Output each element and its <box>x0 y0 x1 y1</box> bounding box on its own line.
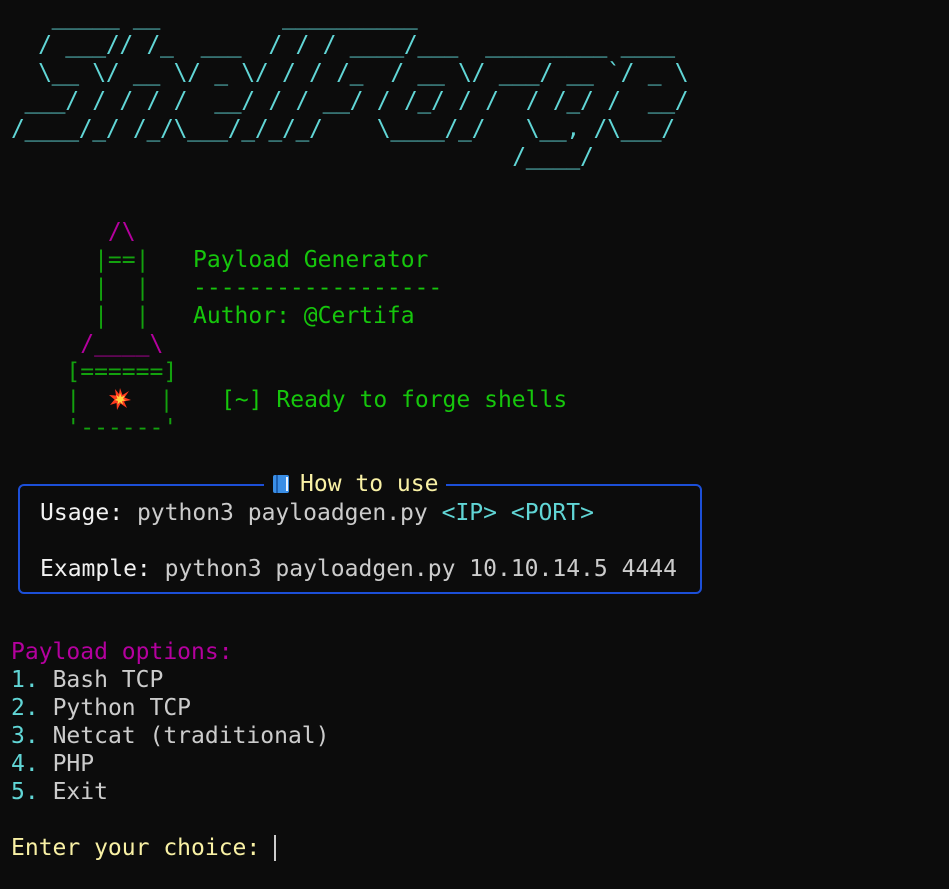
menu-option: 2. Python TCP <box>11 694 191 722</box>
example-line: Example: python3 payloadgen.py 10.10.14.… <box>40 555 677 583</box>
menu-option: 3. Netcat (traditional) <box>11 722 330 750</box>
panel-title: How to use <box>264 470 447 498</box>
rocket-fins: /____\ <box>11 331 164 357</box>
rocket-body-line: | | <box>11 303 150 329</box>
usage-command: python3 payloadgen.py <box>136 500 428 526</box>
terminal-window: _____ __ __________ / ___// /_ ___ / / /… <box>11 0 949 889</box>
rocket-body-line: |==| <box>11 247 150 273</box>
how-to-use-panel: How to use Usage: python3 payloadgen.py … <box>18 470 702 594</box>
title-divider: ------------------ <box>193 275 443 301</box>
menu-option: 5. Exit <box>11 778 108 806</box>
option-label: PHP <box>52 751 95 777</box>
rocket-base-bottom: '------' <box>11 415 178 441</box>
rocket-base-middle: | | <box>11 386 173 414</box>
choice-prompt[interactable]: Enter your choice: <box>11 834 277 862</box>
author-credit: Author: @Certifa <box>193 303 415 329</box>
rocket-base-top: [======] <box>11 359 178 385</box>
usage-label: Usage: <box>40 500 124 526</box>
explosion-icon <box>108 388 131 410</box>
example-command: python3 payloadgen.py 10.10.14.5 4444 <box>164 556 677 582</box>
blue-book-icon <box>273 475 289 493</box>
option-number: 1. <box>11 667 39 693</box>
menu-heading: Payload options: <box>11 639 233 665</box>
option-label: Python TCP <box>52 695 192 721</box>
text-cursor <box>274 835 277 861</box>
option-label: Bash TCP <box>52 667 164 693</box>
option-number: 4. <box>11 751 39 777</box>
shellforge-ascii-banner: _____ __ __________ / ___// /_ ___ / / /… <box>11 4 689 170</box>
example-label: Example: <box>40 556 151 582</box>
rocket-body-line: | | <box>11 275 150 301</box>
rocket-tip: /\ <box>11 219 136 245</box>
menu-option: 1. Bash TCP <box>11 666 163 694</box>
usage-ip-arg: <IP> <box>441 500 497 526</box>
option-number: 5. <box>11 779 39 805</box>
option-number: 2. <box>11 695 39 721</box>
usage-line: Usage: python3 payloadgen.py <IP> <PORT> <box>40 499 594 527</box>
app-title: Payload Generator <box>193 247 429 273</box>
status-message: [~] Ready to forge shells <box>221 387 568 413</box>
rocket-base-left: | <box>11 387 108 413</box>
option-label: Netcat (traditional) <box>52 723 330 749</box>
rocket-ascii-art: /\ |==| | | | | /____\ [======] | | '---… <box>11 218 177 498</box>
rocket-base-right: | <box>131 387 174 413</box>
panel-title-text: How to use <box>300 471 439 497</box>
usage-port-arg: <PORT> <box>510 500 594 526</box>
menu-option: 4. PHP <box>11 750 94 778</box>
prompt-label: Enter your choice: <box>11 835 261 861</box>
option-number: 3. <box>11 723 39 749</box>
option-label: Exit <box>52 779 108 805</box>
